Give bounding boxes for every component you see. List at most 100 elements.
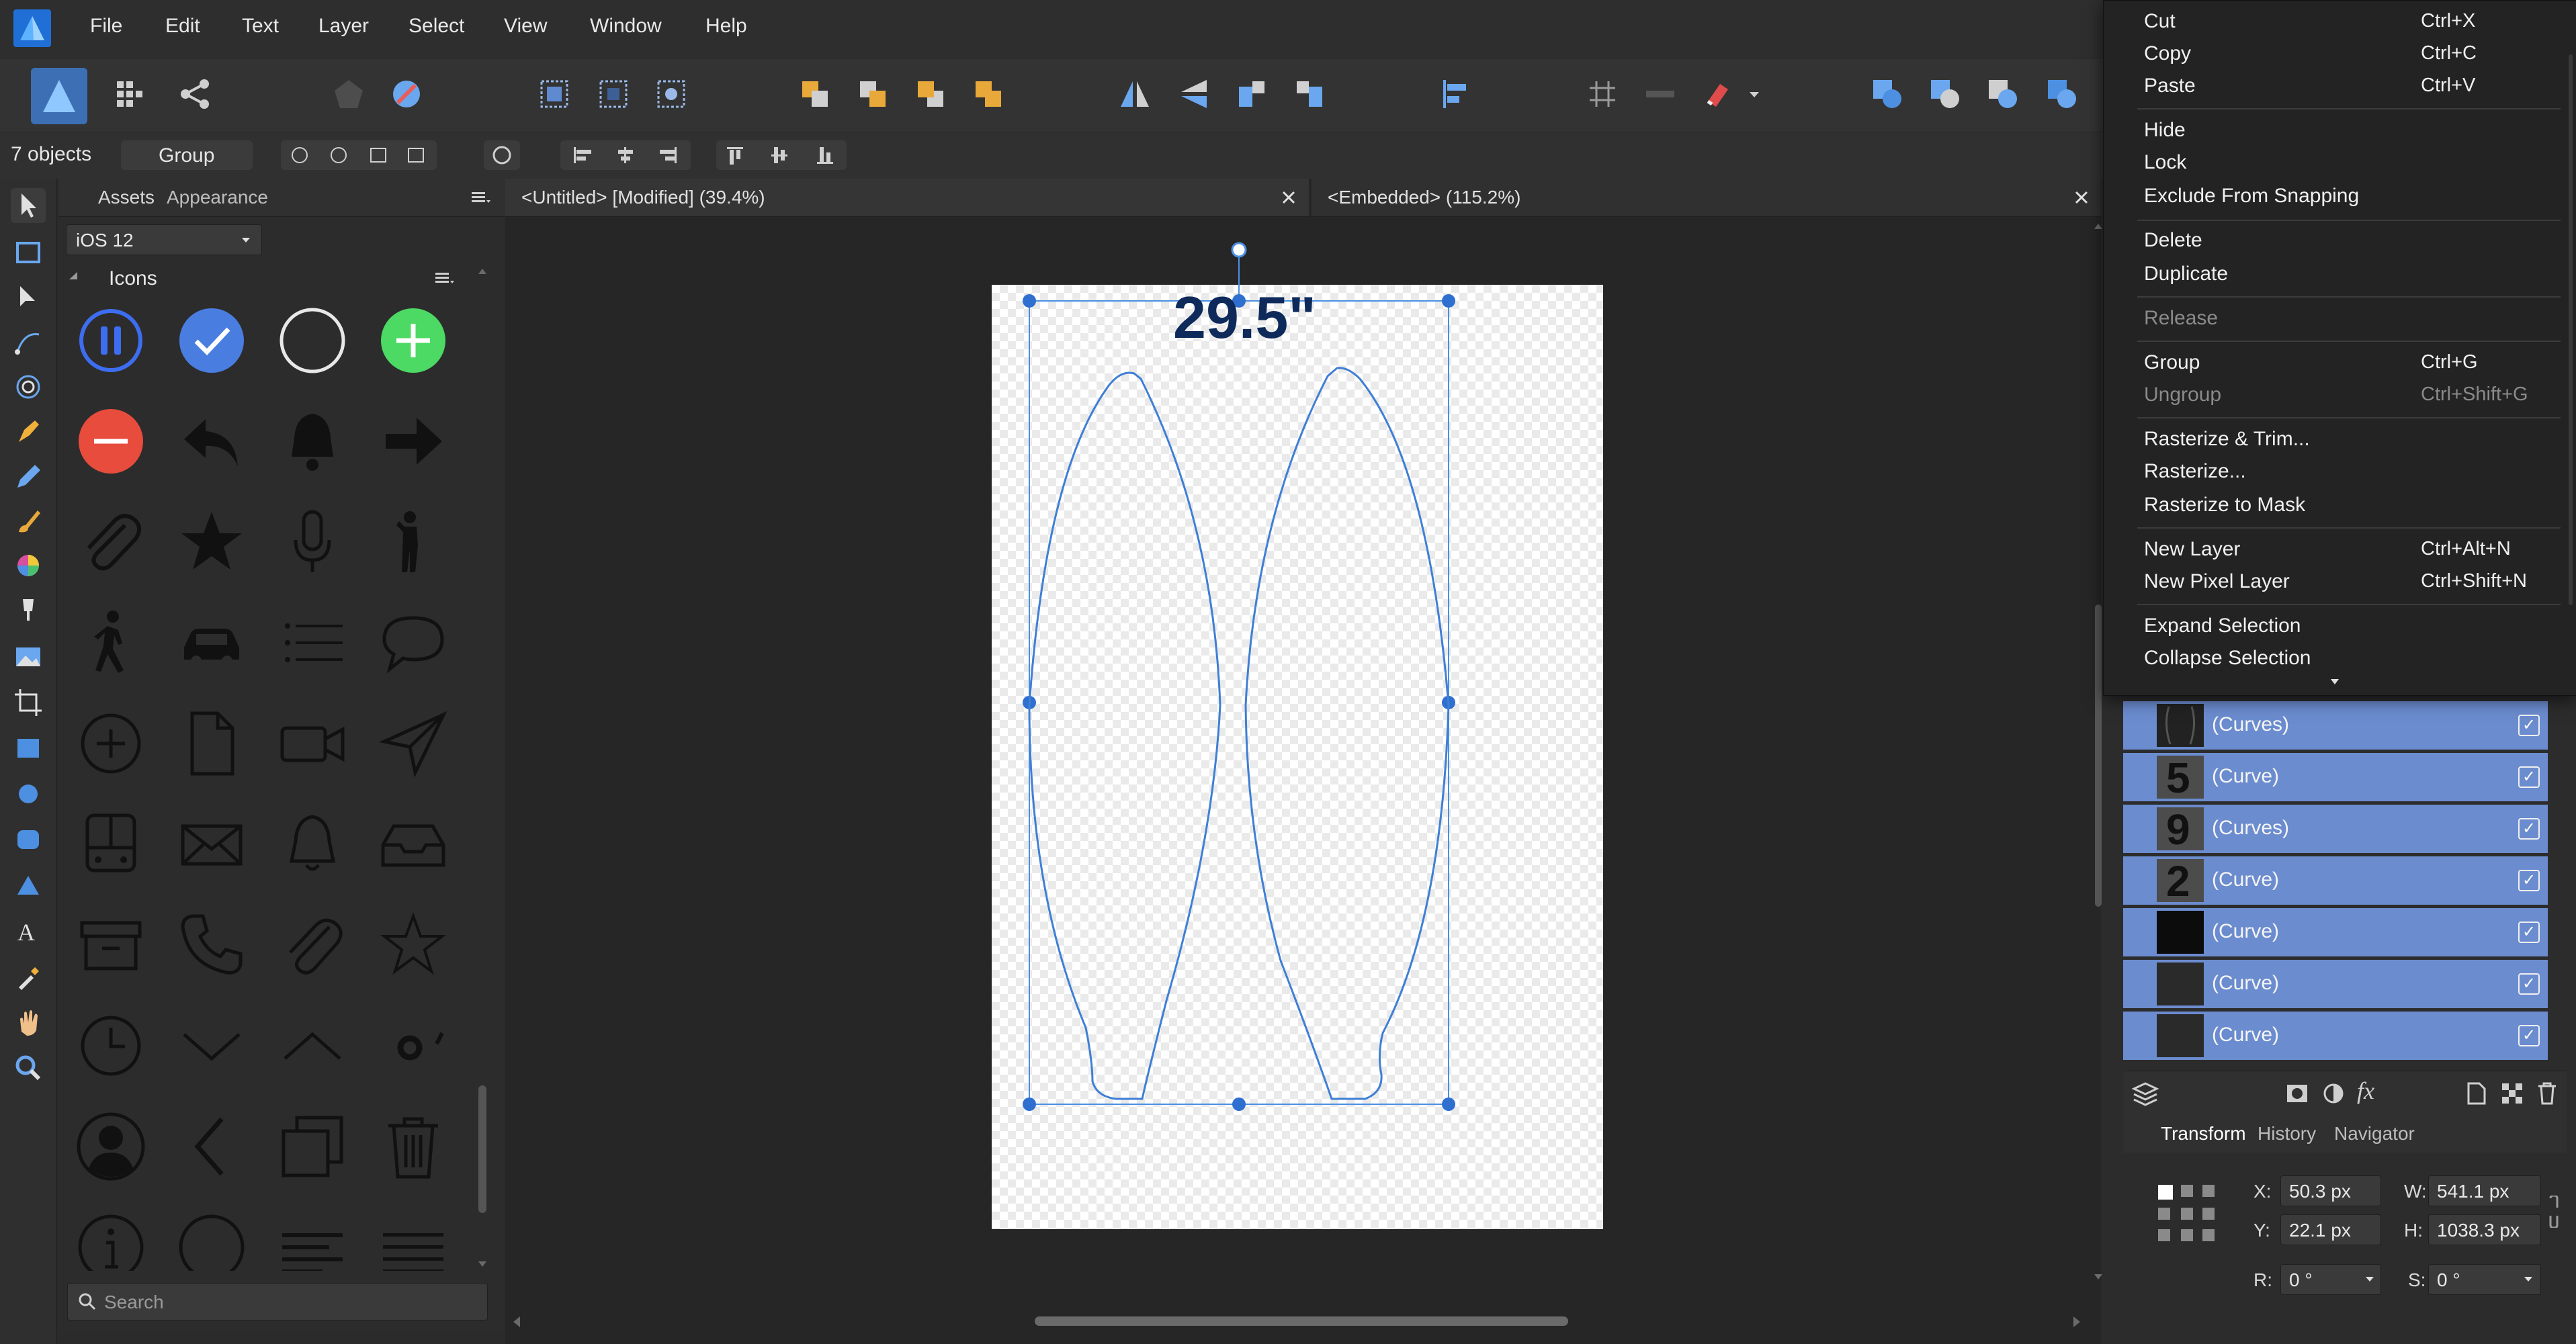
add-layer-icon[interactable] — [2464, 1081, 2487, 1106]
scroll-down-arrow-icon[interactable] — [477, 1259, 488, 1269]
tab-appearance[interactable]: Appearance — [167, 187, 268, 208]
rectangle-tool[interactable] — [11, 731, 46, 766]
category-dropdown[interactable]: iOS 12 — [66, 224, 262, 255]
width-field[interactable]: 541.1 px — [2428, 1175, 2541, 1206]
text-align-left-icon[interactable] — [275, 1210, 349, 1271]
menu-item-copy[interactable]: Copy — [2144, 42, 2191, 65]
menu-item-hide[interactable]: Hide — [2144, 119, 2186, 142]
export-persona-button[interactable] — [176, 75, 215, 114]
layer-visibility-checkbox[interactable]: ✓ — [2518, 973, 2540, 995]
paper-plane-icon[interactable] — [376, 707, 450, 780]
select-none-button[interactable] — [594, 75, 633, 114]
intersect-boolean-button[interactable] — [1983, 75, 2022, 114]
menu-text[interactable]: Text — [242, 15, 279, 38]
move-to-front-button[interactable] — [969, 75, 1008, 114]
layer-row[interactable]: (Curve) ✓ — [2123, 908, 2548, 959]
guides-toggle-button[interactable] — [1641, 75, 1680, 114]
canvas-vertical-scroll-thumb[interactable] — [2095, 604, 2102, 907]
menu-window[interactable]: Window — [590, 15, 662, 38]
close-icon[interactable] — [1279, 188, 1298, 207]
scroll-left-arrow-icon[interactable] — [511, 1315, 524, 1329]
menu-item-expand-selection[interactable]: Expand Selection — [2144, 615, 2301, 637]
color-picker-tool[interactable] — [11, 959, 46, 994]
fx-effects-icon[interactable]: fx — [2357, 1077, 2374, 1105]
pause-circle-icon[interactable] — [74, 304, 148, 377]
circle-outline-icon[interactable] — [175, 1210, 249, 1271]
menu-scroll-down-icon[interactable] — [2328, 676, 2342, 687]
menu-item-rasterize-trim[interactable]: Rasterize & Trim... — [2144, 428, 2310, 451]
grid-toggle-button[interactable] — [1583, 75, 1622, 114]
document-icon[interactable] — [175, 707, 249, 780]
rotate-right-button[interactable] — [1290, 75, 1329, 114]
checkmark-circle-icon[interactable] — [175, 304, 249, 377]
x-position-field[interactable]: 50.3 px — [2280, 1175, 2381, 1206]
chevron-up-icon[interactable] — [275, 1009, 349, 1083]
rotate-left-button[interactable] — [1232, 75, 1271, 114]
chevron-down-icon[interactable] — [175, 1009, 249, 1083]
height-field[interactable]: 1038.3 px — [2428, 1214, 2541, 1245]
anchor-point-selector-icon[interactable] — [2155, 1182, 2220, 1247]
designer-persona-button[interactable] — [31, 68, 87, 124]
close-icon[interactable] — [2072, 188, 2091, 207]
assets-search-field[interactable]: Search — [67, 1283, 488, 1320]
canvas-horizontal-scroll-thumb[interactable] — [1035, 1316, 1568, 1326]
adjustment-layer-icon[interactable] — [2321, 1081, 2346, 1106]
list-icon[interactable] — [275, 606, 349, 680]
scroll-up-arrow-icon[interactable] — [2094, 222, 2103, 231]
menu-item-delete[interactable]: Delete — [2144, 229, 2202, 252]
tab-navigator[interactable]: Navigator — [2334, 1123, 2415, 1145]
arrow-right-icon[interactable] — [376, 404, 450, 478]
person-silhouette-icon[interactable] — [74, 1110, 148, 1183]
layer-visibility-checkbox[interactable]: ✓ — [2518, 922, 2540, 943]
layer-row[interactable]: (Curve) ✓ — [2123, 1012, 2548, 1063]
crop-tool[interactable] — [11, 685, 46, 720]
layer-row[interactable]: (Curves) ✓ — [2123, 701, 2548, 752]
scroll-up-arrow-icon[interactable] — [477, 266, 488, 277]
microphone-icon[interactable] — [275, 505, 349, 579]
contour-tool[interactable] — [11, 369, 46, 404]
affinity-designer-logo-icon[interactable] — [13, 9, 51, 47]
archive-box-icon[interactable] — [74, 908, 148, 982]
shear-field[interactable]: 0 ° — [2428, 1264, 2541, 1295]
text-align-justify-icon[interactable] — [376, 1210, 450, 1271]
assets-scrollbar[interactable] — [476, 266, 489, 1273]
document-tab-untitled[interactable]: <Untitled> [Modified] (39.4%) — [505, 179, 1309, 217]
node-tool[interactable] — [11, 279, 46, 314]
car-icon[interactable] — [175, 606, 249, 680]
select-all-button[interactable] — [535, 75, 574, 114]
subtract-boolean-button[interactable] — [1926, 75, 1965, 114]
menu-item-new-pixel-layer[interactable]: New Pixel Layer — [2144, 570, 2290, 593]
envelope-icon[interactable] — [175, 807, 249, 881]
vector-brush-tool[interactable] — [11, 504, 46, 539]
menu-layer[interactable]: Layer — [318, 15, 369, 38]
ellipse-tool[interactable] — [11, 776, 46, 811]
xor-boolean-button[interactable] — [2043, 75, 2081, 114]
plus-circle-icon[interactable] — [376, 304, 450, 377]
snapping-magnet-button[interactable] — [1699, 75, 1737, 114]
canvas-vertical-scrollbar[interactable] — [2094, 222, 2103, 1290]
trash-icon[interactable] — [376, 1110, 450, 1183]
canvas-artwork[interactable] — [992, 235, 1603, 1229]
menu-item-lock[interactable]: Lock — [2144, 151, 2186, 174]
fill-tool[interactable] — [11, 548, 46, 583]
plus-circle-outline-icon[interactable] — [74, 707, 148, 780]
menu-item-duplicate[interactable]: Duplicate — [2144, 263, 2228, 285]
pencil-tool[interactable] — [11, 459, 46, 494]
artwork-measurement-label[interactable]: 29.5" — [1173, 283, 1316, 352]
menu-item-rasterize[interactable]: Rasterize... — [2144, 460, 2246, 483]
person-standing-icon[interactable] — [376, 505, 450, 579]
point-transform-tool[interactable] — [11, 325, 46, 360]
menu-item-paste[interactable]: Paste — [2144, 75, 2196, 97]
layer-row[interactable]: 9 (Curves) ✓ — [2123, 805, 2548, 856]
bell-outline-icon[interactable] — [275, 807, 349, 881]
move-forward-one-button[interactable] — [911, 75, 950, 114]
layer-visibility-checkbox[interactable]: ✓ — [2518, 818, 2540, 840]
minus-circle-icon[interactable] — [74, 404, 148, 478]
transform-mode-button[interactable] — [484, 140, 520, 170]
layer-visibility-checkbox[interactable]: ✓ — [2518, 766, 2540, 788]
lock-aspect-ratio-icon[interactable] — [2546, 1196, 2561, 1228]
menu-item-new-layer[interactable]: New Layer — [2144, 538, 2240, 561]
context-menu-scrollbar[interactable] — [2569, 54, 2573, 605]
video-camera-icon[interactable] — [275, 707, 349, 780]
menu-file[interactable]: File — [90, 15, 122, 38]
